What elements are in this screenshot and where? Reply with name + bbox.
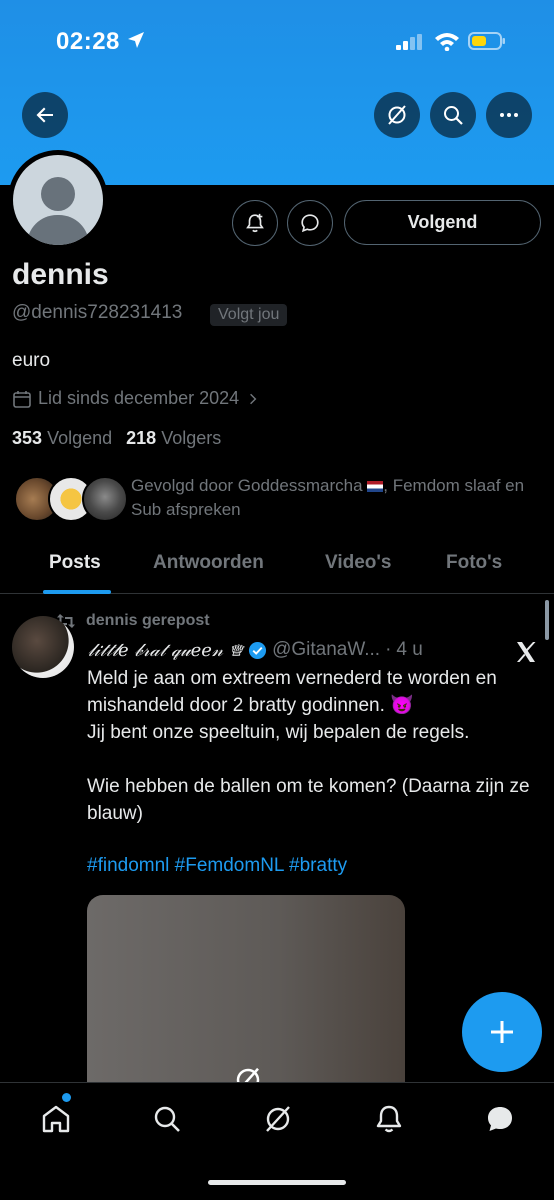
nav-notifications[interactable] — [369, 1099, 409, 1139]
post-separator: · — [385, 639, 392, 660]
nav-grok[interactable] — [258, 1099, 298, 1139]
profile-display-name: dennis — [12, 258, 109, 291]
calendar-icon — [13, 390, 31, 408]
following-count: 353 — [12, 428, 43, 448]
post-media-image[interactable] — [87, 895, 405, 1095]
cellular-signal-icon — [396, 34, 422, 50]
followed-by-text: Gevolgd door Goddessmarcha , Femdom slaa… — [131, 474, 541, 522]
notify-button[interactable] — [232, 200, 278, 246]
chat-bubble-icon — [301, 214, 319, 233]
post-author-avatar[interactable] — [12, 616, 74, 678]
followed-by-prefix: Gevolgd door Goddessmarcha — [131, 476, 363, 495]
search-icon — [154, 1106, 180, 1132]
messages-icon — [488, 1107, 512, 1131]
post-body: Meld je aan om extreem vernederd te word… — [87, 668, 530, 824]
bell-plus-icon — [246, 213, 264, 233]
status-time: 02:28 — [56, 28, 120, 55]
followed-by-row[interactable]: Gevolgd door Goddessmarcha , Femdom slaa… — [14, 474, 544, 524]
tab-videos[interactable]: Video's — [325, 552, 391, 574]
followers-count-link[interactable]: 218 Volgers — [126, 428, 221, 449]
post-timestamp: 4 u — [396, 639, 423, 660]
nav-home[interactable] — [36, 1099, 76, 1139]
compose-post-button[interactable] — [462, 992, 542, 1072]
message-button[interactable] — [287, 200, 333, 246]
verified-badge-icon — [249, 641, 267, 659]
arrow-left-icon — [36, 107, 53, 123]
active-tab-indicator — [43, 590, 111, 594]
grok-icon — [266, 1106, 290, 1132]
grok-button[interactable] — [374, 92, 420, 138]
home-indicator — [208, 1180, 346, 1185]
joined-date[interactable]: Lid sinds december 2024 — [12, 388, 261, 409]
post-header: 𝓁𝒾𝓉𝓉𝓁𝑒 𝒷𝓇𝒶𝓉 𝓆𝓊𝑒𝑒𝓃 ♕ @GitanaW... · 4 u — [88, 639, 488, 661]
home-icon — [42, 1105, 70, 1133]
nav-search[interactable] — [147, 1099, 187, 1139]
tab-photos[interactable]: Foto's — [446, 552, 502, 574]
follow-counts: 353 Volgend 218 Volgers — [12, 428, 221, 449]
post-hashtags[interactable]: #findomnl #FemdomNL #bratty — [87, 855, 347, 877]
battery-icon — [468, 32, 505, 50]
search-icon — [444, 106, 463, 125]
more-icon — [500, 113, 518, 117]
tab-replies[interactable]: Antwoorden — [153, 552, 264, 574]
nav-messages[interactable] — [480, 1099, 520, 1139]
search-button[interactable] — [430, 92, 476, 138]
followers-label: Volgers — [161, 428, 222, 448]
repost-label: dennis gerepost — [86, 612, 210, 629]
status-bar: 02:28 — [0, 0, 554, 80]
wifi-icon — [435, 33, 459, 51]
notifications-icon — [376, 1105, 402, 1133]
home-unread-dot — [62, 1093, 71, 1102]
following-label: Volgend — [47, 428, 113, 448]
plus-icon — [491, 1021, 513, 1043]
scrollbar[interactable] — [545, 600, 549, 640]
x-logo-icon[interactable] — [514, 640, 538, 664]
location-arrow-icon — [128, 32, 144, 48]
profile-tabs: Posts Antwoorden Video's Foto's — [0, 538, 554, 594]
post-author-name[interactable]: 𝓁𝒾𝓉𝓉𝓁𝑒 𝒷𝓇𝒶𝓉 𝓆𝓊𝑒𝑒𝓃 ♕ — [88, 640, 243, 661]
repost-context[interactable]: dennis gerepost — [56, 612, 210, 630]
post-author-handle: @GitanaW... — [272, 639, 381, 660]
follower-avatar — [82, 476, 128, 522]
netherlands-flag-icon — [367, 481, 384, 493]
profile-handle: @dennis728231413 — [12, 302, 183, 323]
joined-label: Lid sinds december 2024 — [38, 388, 240, 408]
tab-posts[interactable]: Posts — [49, 552, 101, 574]
profile-bio: euro — [12, 350, 51, 371]
back-button[interactable] — [22, 92, 68, 138]
profile-avatar[interactable] — [8, 150, 108, 250]
followers-count: 218 — [126, 428, 157, 448]
following-count-link[interactable]: 353 Volgend — [12, 428, 112, 449]
grok-icon — [388, 105, 406, 125]
default-avatar — [13, 155, 103, 245]
chevron-right-icon — [250, 393, 257, 404]
following-button[interactable]: Volgend — [344, 200, 541, 245]
more-button[interactable] — [486, 92, 532, 138]
follows-you-badge: Volgt jou — [210, 304, 288, 326]
